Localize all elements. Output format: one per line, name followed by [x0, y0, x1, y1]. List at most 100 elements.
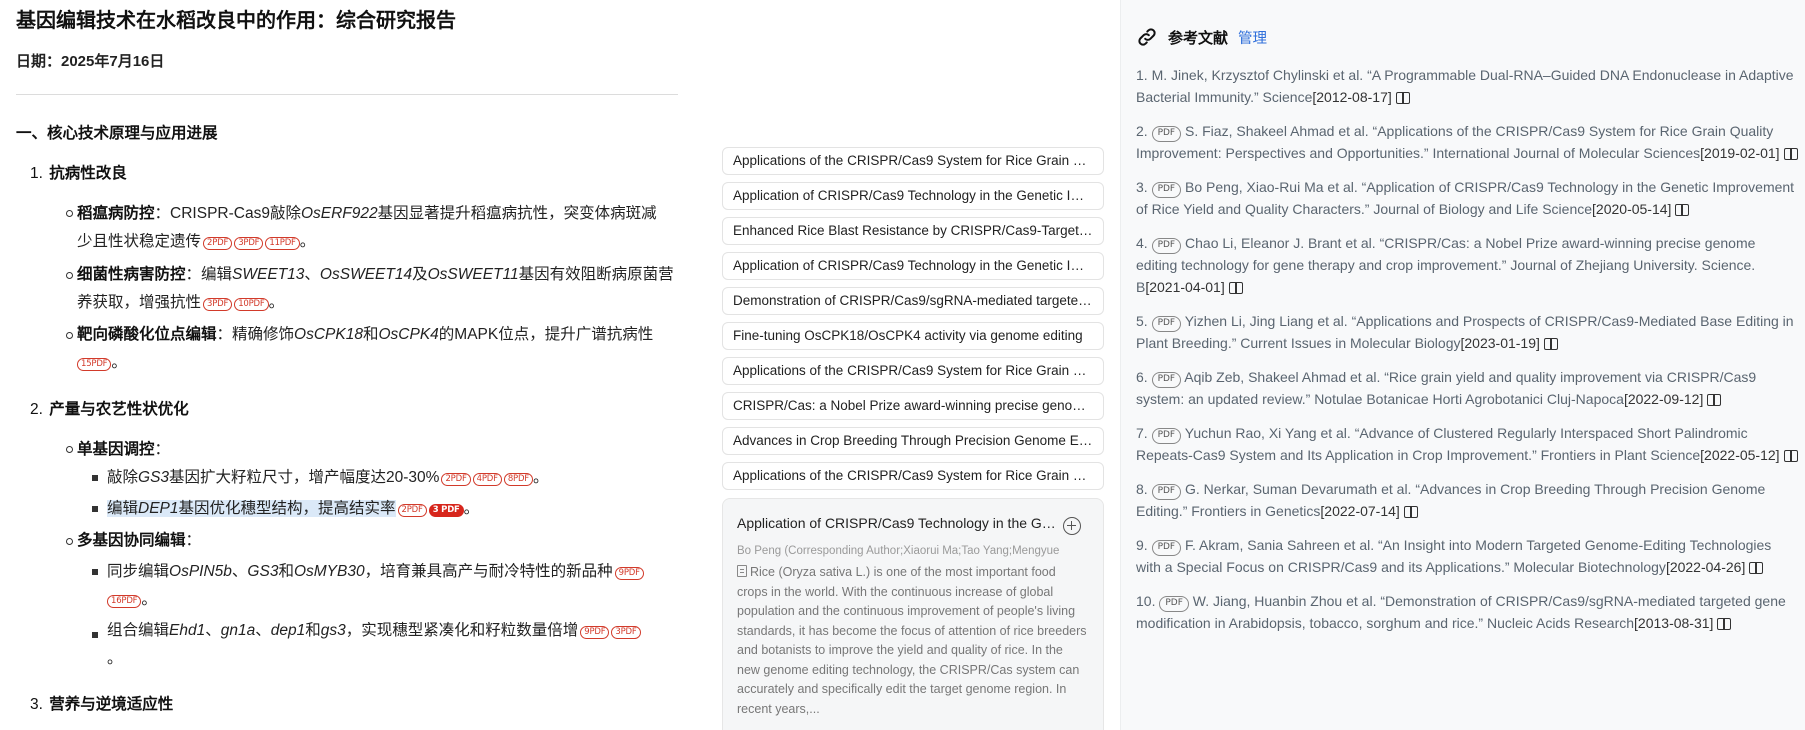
preview-authors: Bo Peng (Corresponding Author;Xiaorui Ma… [737, 545, 1060, 557]
citation-badge[interactable]: 9PDF [580, 626, 610, 639]
pdf-badge[interactable]: PDF [1151, 238, 1182, 254]
pdf-badge[interactable]: PDF [1151, 540, 1182, 556]
bullet [92, 632, 98, 638]
citation-badge[interactable]: 2PDF [203, 237, 233, 250]
section-heading: 一、核心技术原理与应用进展 [16, 125, 218, 142]
reference-date: [2020-05-14] [1592, 201, 1672, 217]
link-icon [1138, 28, 1156, 46]
pdf-badge[interactable]: PDF [1151, 316, 1182, 332]
book-icon[interactable] [1543, 338, 1558, 350]
reference-citation: S. Fiaz, Shakeel Ahmad et al. “Applicati… [1136, 123, 1774, 161]
citation-badge[interactable]: 16PDF [107, 595, 142, 608]
list-item-continued: 少且性状稳定遗传 2PDF 3PDF 11PDF。 [77, 233, 316, 250]
pdf-badge[interactable]: PDF [1151, 484, 1182, 500]
references-header: 参考文献 管理 [1136, 24, 1267, 50]
source-item[interactable]: Applications of the CRISPR/Cas9 System f… [722, 147, 1104, 175]
citation-badge[interactable]: 4PDF [472, 473, 502, 486]
reference-number: 6. [1136, 369, 1148, 385]
book-icon[interactable] [1783, 450, 1798, 462]
source-item[interactable]: Demonstration of CRISPR/Cas9/sgRNA-media… [722, 287, 1104, 315]
bullet [66, 446, 73, 453]
list-item: 敲除GS3基因扩大籽粒尺寸，增产幅度达20-30% 2PDF 4PDF 8PDF。 [107, 469, 549, 486]
subheading-nutrition: 3. 营养与逆境适应性 [30, 696, 174, 713]
reference-date: [2022-09-12] [1623, 391, 1704, 407]
list-item-continued: 。 [107, 650, 123, 667]
reference-item[interactable]: 10. PDF W. Jiang, Huanbin Zhou et al. “D… [1136, 590, 1798, 634]
citation-badge[interactable]: 10PDF [234, 298, 269, 311]
citation-badge[interactable]: 8PDF [503, 473, 533, 486]
book-icon[interactable] [1228, 282, 1243, 294]
reference-item[interactable]: 9. PDF F. Akram, Sania Sahreen et al. “A… [1136, 534, 1798, 578]
reference-citation: G. Nerkar, Suman Devarumath et al. “Adva… [1136, 481, 1766, 519]
citation-badge[interactable]: 15PDF [77, 358, 112, 371]
references-title: 参考文献 [1168, 29, 1229, 47]
citation-badge-active[interactable]: 3 PDF [428, 504, 464, 517]
citation-badge[interactable]: 9PDF [614, 567, 644, 580]
citation-badge[interactable]: 11PDF [265, 237, 300, 250]
reference-item[interactable]: 7. PDF Yuchun Rao, Xi Yang et al. “Advan… [1136, 422, 1798, 466]
manage-link[interactable]: 管理 [1238, 27, 1267, 48]
reference-citation: M. Jinek, Krzysztof Chylinski et al. “A … [1136, 67, 1794, 105]
source-item[interactable]: Fine‐tuning OsCPK18/OsCPK4 activity via … [722, 322, 1104, 350]
source-item[interactable]: Application of CRISPR/Cas9 Technology in… [722, 182, 1104, 210]
pdf-badge[interactable]: PDF [1151, 372, 1182, 388]
source-item[interactable]: Applications of the CRISPR/Cas9 System f… [722, 357, 1104, 385]
book-icon[interactable] [1717, 618, 1732, 630]
reference-item[interactable]: 1. M. Jinek, Krzysztof Chylinski et al. … [1136, 64, 1798, 108]
reference-item[interactable]: 4. PDF Chao Li, Eleanor J. Brant et al. … [1136, 232, 1798, 298]
reference-date: [2021-04-01] [1145, 279, 1225, 295]
source-item[interactable]: Advances in Crop Breeding Through Precis… [722, 427, 1104, 455]
citation-badge[interactable]: 3PDF [234, 237, 264, 250]
bullet [92, 506, 98, 512]
list-item: 单基因调控： [77, 441, 171, 458]
list-item: 靶向磷酸化位点编辑：精确修饰OsCPK18和OsCPK4的MAPK位点，提升广谱… [77, 326, 654, 343]
book-icon[interactable] [1783, 148, 1798, 160]
list-item-selected: 编辑DEP1基因优化穗型结构，提高结实率 2PDF 3 PDF。 [107, 500, 480, 517]
report-date: 日期：2025年7月16日 [16, 53, 165, 70]
reference-citation: Bo Peng, Xiao-Rui Ma et al. “Application… [1136, 179, 1795, 217]
source-item[interactable]: Applications of the CRISPR/Cas9 System f… [722, 462, 1104, 490]
reference-item[interactable]: 3. PDF Bo Peng, Xiao-Rui Ma et al. “Appl… [1136, 176, 1798, 220]
book-icon[interactable] [1749, 562, 1764, 574]
bullet [66, 538, 73, 545]
reference-item[interactable]: 2. PDF S. Fiaz, Shakeel Ahmad et al. “Ap… [1136, 120, 1798, 164]
pdf-badge[interactable]: PDF [1151, 126, 1182, 142]
book-icon[interactable] [1675, 204, 1690, 216]
preview-abstract: Rice (Oryza sativa L.) is one of the mos… [737, 565, 1087, 716]
selected-text[interactable]: 编辑DEP1基因优化穗型结构，提高结实率 [107, 500, 396, 517]
citation-badge[interactable]: 3PDF [203, 298, 233, 311]
book-icon[interactable] [1403, 506, 1418, 518]
reference-number: 2. [1136, 123, 1148, 139]
reference-date: [2012-08-17] [1312, 89, 1392, 105]
reference-number: 1. [1136, 67, 1148, 83]
reference-number: 7. [1136, 425, 1148, 441]
citation-badge[interactable]: 2PDF [441, 473, 471, 486]
reference-number: 3. [1136, 179, 1148, 195]
reference-item[interactable]: 5. PDF Yizhen Li, Jing Liang et al. “App… [1136, 310, 1798, 354]
source-list: Applications of the CRISPR/Cas9 System f… [722, 147, 1104, 497]
pdf-badge[interactable]: PDF [1151, 428, 1182, 444]
source-item[interactable]: Enhanced Rice Blast Resistance by CRISPR… [722, 217, 1104, 245]
book-icon[interactable] [1395, 92, 1410, 104]
source-item[interactable]: CRISPR/Cas: a Nobel Prize award-winning … [722, 392, 1104, 420]
reference-item[interactable]: 6. PDF Aqib Zeb, Shakeel Ahmad et al. “R… [1136, 366, 1798, 410]
reference-item[interactable]: 8. PDF G. Nerkar, Suman Devarumath et al… [1136, 478, 1798, 522]
list-item-continued: 养获取，增强抗性 3PDF 10PDF。 [77, 294, 285, 311]
reference-date: [2023-01-19] [1460, 335, 1540, 351]
citation-badge[interactable]: 3PDF [611, 626, 641, 639]
bullet [66, 210, 73, 217]
pdf-badge[interactable]: PDF [1159, 596, 1189, 612]
reference-number: 8. [1136, 481, 1148, 497]
reference-list: 1. M. Jinek, Krzysztof Chylinski et al. … [1136, 64, 1798, 646]
subheading-disease-resistance: 1. 抗病性改良 [30, 165, 127, 182]
bullet [66, 272, 73, 279]
reference-date: [2019-02-01] [1700, 145, 1780, 161]
plus-circle-icon[interactable] [1063, 517, 1081, 535]
list-item: 组合编辑Ehd1、gn1a、dep1和gs3，实现穗型紧凑化和籽粒数量倍增 9PD… [107, 620, 677, 642]
preview-title[interactable]: Application of CRISPR/Cas9 Technology in… [737, 515, 1057, 531]
pdf-badge[interactable]: PDF [1151, 182, 1182, 198]
book-icon[interactable] [1707, 394, 1722, 406]
source-item[interactable]: Application of CRISPR/Cas9 Technology in… [722, 252, 1104, 280]
source-preview-card[interactable]: Application of CRISPR/Cas9 Technology in… [722, 498, 1104, 730]
citation-badge[interactable]: 2PDF [397, 504, 427, 517]
